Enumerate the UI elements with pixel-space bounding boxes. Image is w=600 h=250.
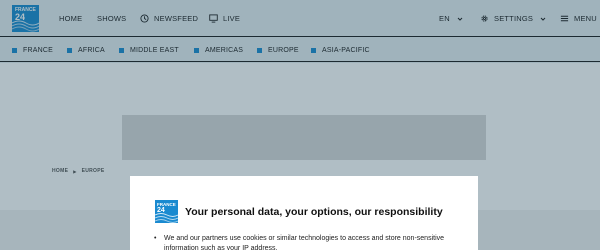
bullet-icon: • [154, 235, 157, 242]
consent-dialog: FRANCE 24 Your personal data, your optio… [130, 176, 478, 250]
logo-waves-icon [155, 213, 178, 223]
consent-bullet-text: We and our partners use cookies or simil… [164, 235, 445, 250]
consent-logo: FRANCE 24 [155, 200, 178, 223]
consent-bullet: • We and our partners use cookies or sim… [154, 234, 454, 250]
consent-title: Your personal data, your options, our re… [185, 206, 443, 218]
